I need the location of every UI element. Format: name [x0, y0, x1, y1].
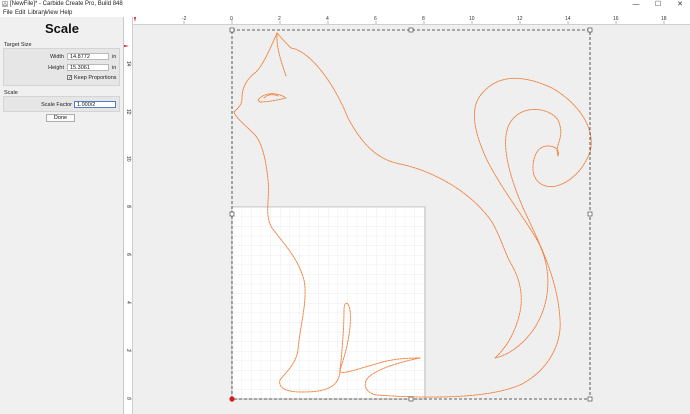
- canvas-drawing: -2 0 2 4 6 8 10 12 14 16 18 14 12 10 8 6…: [124, 16, 667, 402]
- top-ruler-label: 0: [230, 16, 233, 22]
- top-ruler-label: 10: [469, 16, 475, 22]
- top-ruler-label: 18: [661, 16, 667, 22]
- top-ruler-label: 14: [565, 16, 571, 22]
- left-ruler-label: 0: [125, 397, 131, 400]
- resize-handle[interactable]: [408, 27, 414, 33]
- resize-handle[interactable]: [587, 27, 593, 33]
- origin-marker-icon: [229, 396, 235, 402]
- resize-handle[interactable]: [229, 27, 235, 33]
- resize-handle[interactable]: [587, 211, 593, 217]
- resize-handle[interactable]: [408, 396, 414, 402]
- left-ruler-label: 14: [125, 61, 131, 67]
- top-ruler-label: 2: [278, 16, 281, 22]
- left-ruler-label: 6: [125, 253, 131, 256]
- left-ruler-label: 12: [125, 109, 131, 115]
- top-ruler-label: 12: [517, 16, 523, 22]
- ruler-origin-marker: [124, 45, 129, 47]
- left-ruler-label: 4: [125, 301, 131, 304]
- left-ruler-label: 2: [125, 349, 131, 352]
- stock-grid: [232, 207, 425, 399]
- resize-handle[interactable]: [229, 211, 235, 217]
- resize-handle[interactable]: [587, 396, 593, 402]
- top-ruler-label: 6: [374, 16, 377, 22]
- ruler-origin-marker: [134, 17, 136, 22]
- left-ruler-label: 10: [125, 156, 131, 162]
- top-ruler-label: 4: [326, 16, 329, 22]
- top-ruler-label: 16: [613, 16, 619, 22]
- left-ruler-label: 8: [125, 205, 131, 208]
- top-ruler-label: -2: [182, 16, 187, 22]
- top-ruler-label: 8: [422, 16, 425, 22]
